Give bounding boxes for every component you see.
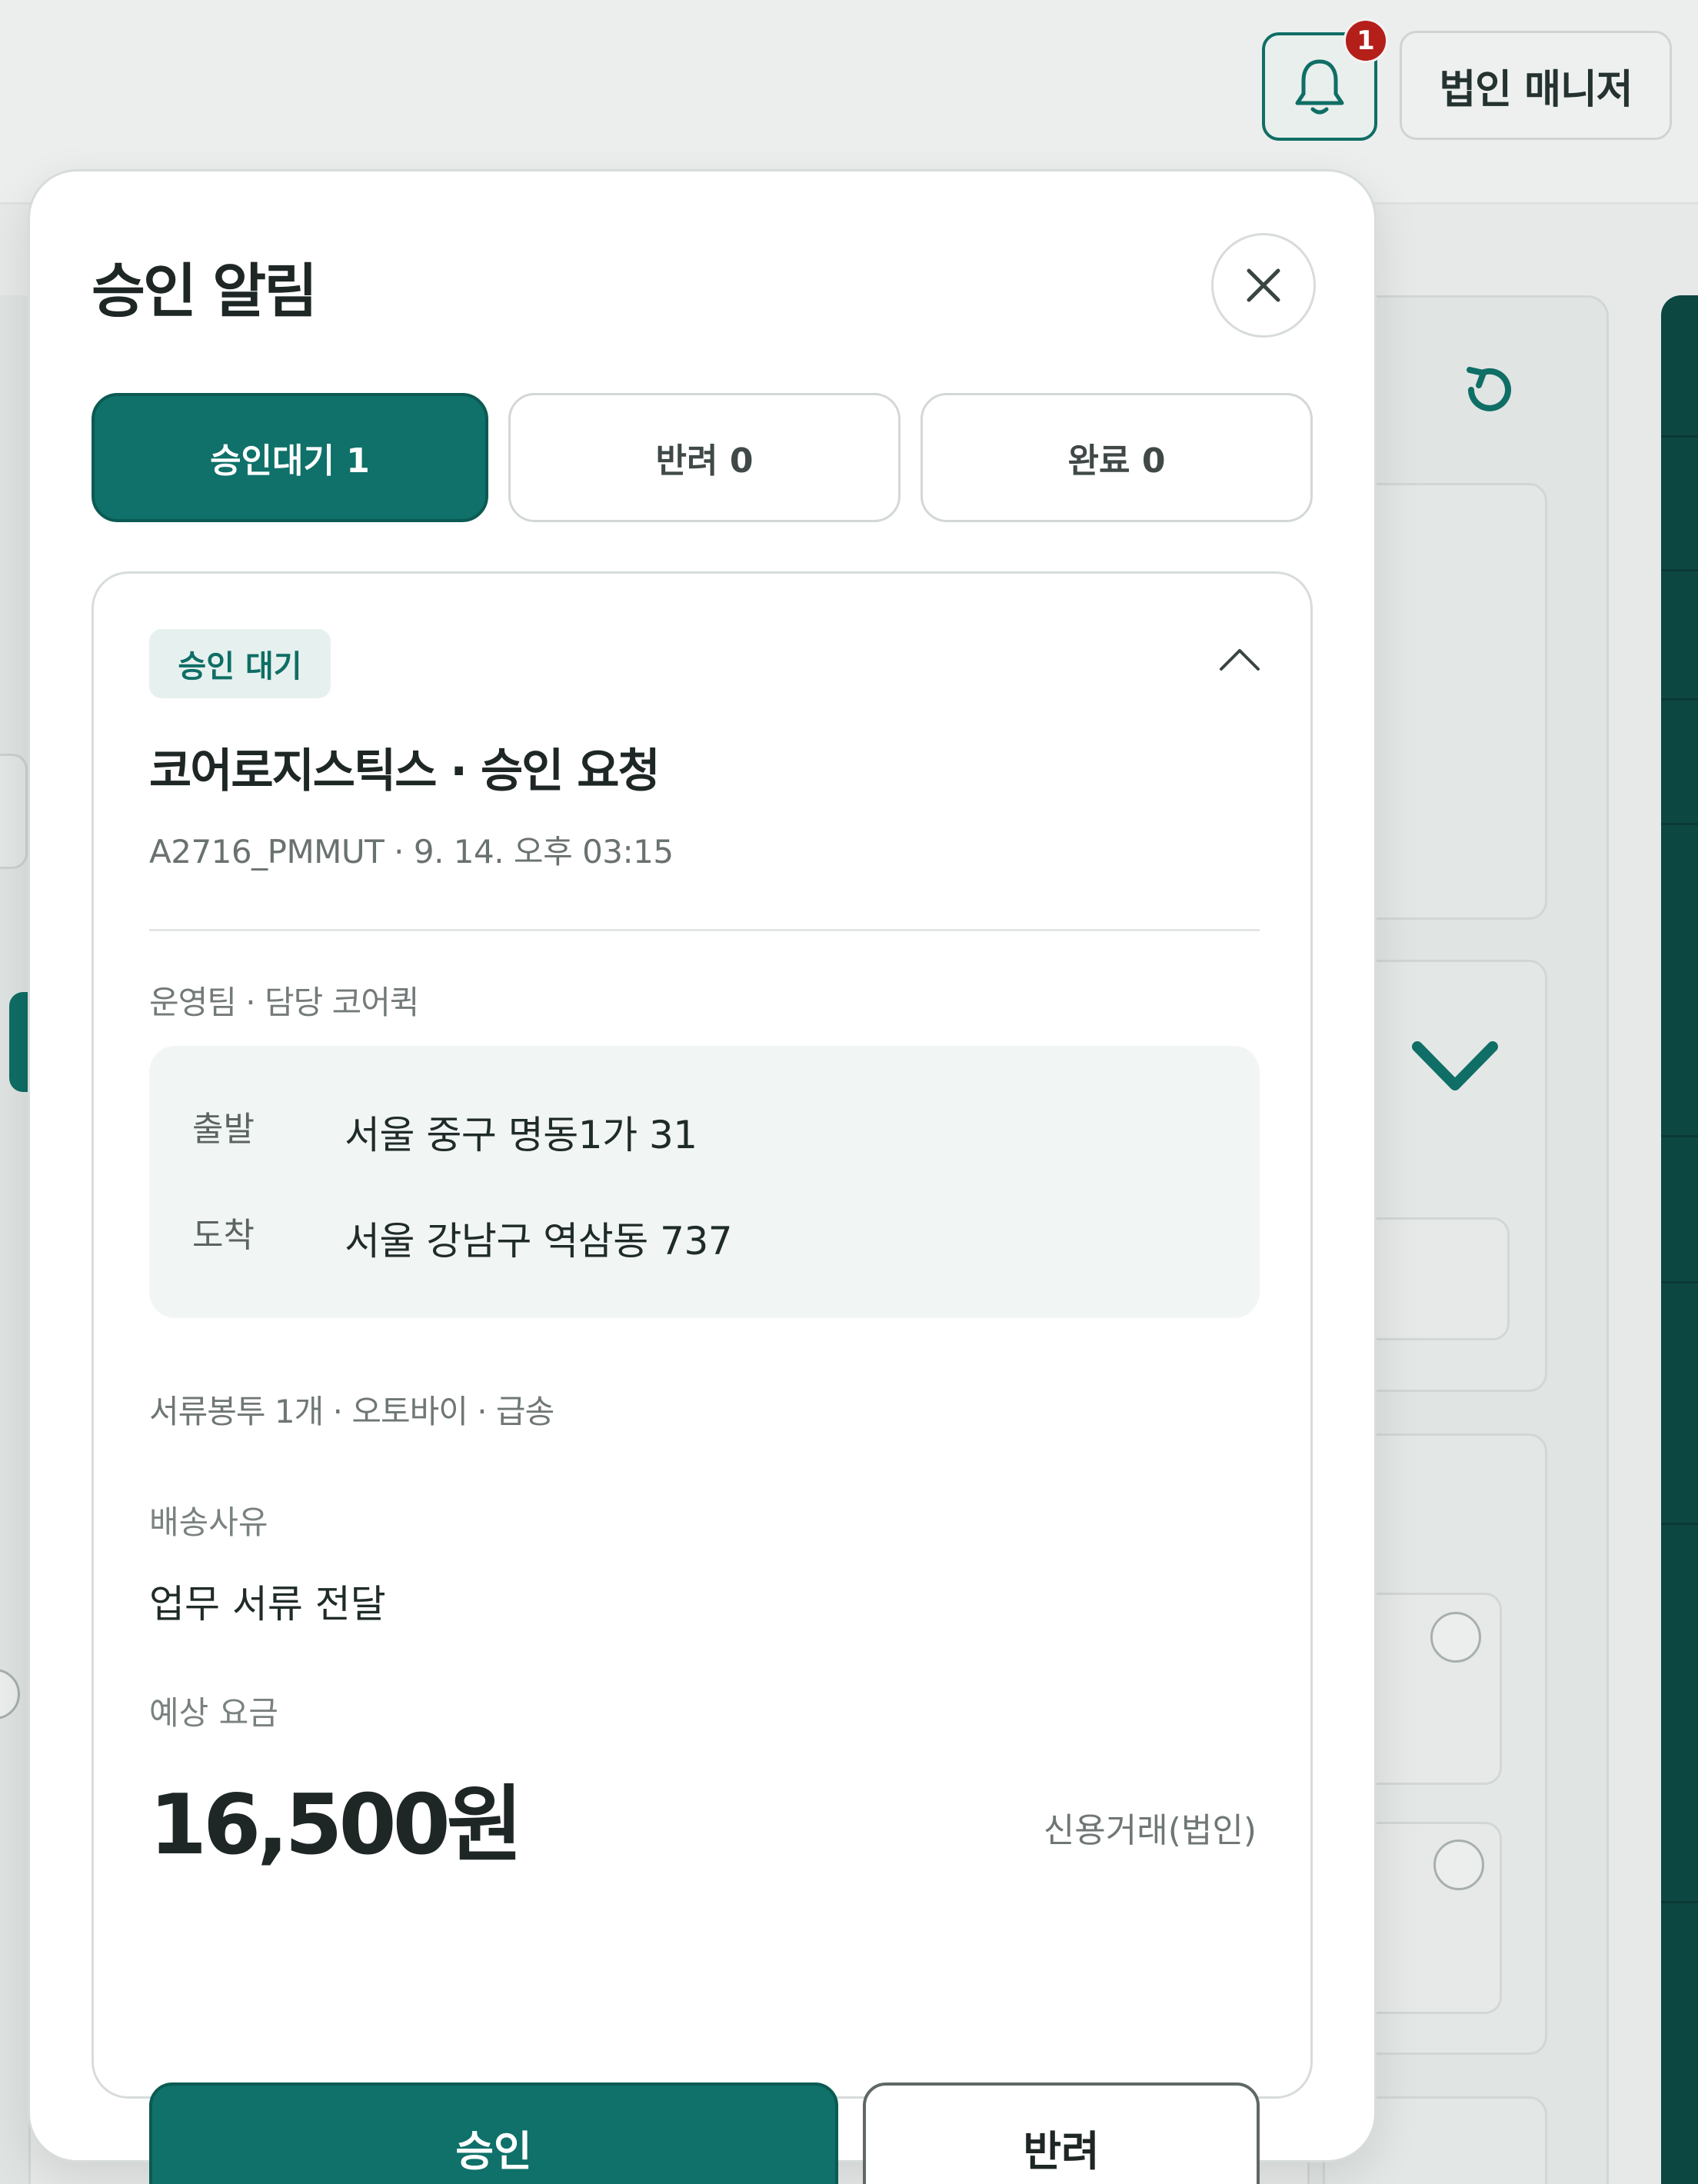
close-button[interactable] (1211, 233, 1316, 338)
request-meta: A2716_PMMUT · 9. 14. 오후 03:15 (149, 833, 674, 871)
divider (149, 929, 1260, 931)
approval-request-card: 승인 대기 코어로지스틱스 · 승인 요청 A2716_PMMUT · 9. 1… (92, 571, 1313, 2184)
background-left-panel (0, 295, 31, 2184)
background-dark-divider (1661, 1135, 1698, 1137)
route-box: 출발 서울 중구 명동1가 31 도착 서울 강남구 역삼동 737 (149, 1046, 1260, 1318)
modal-title: 승인 알림 (92, 257, 318, 325)
background-left-tab (0, 754, 28, 869)
notification-count-badge: 1 (1343, 18, 1388, 63)
origin-address: 서울 중구 명동1가 31 (345, 1113, 698, 1157)
fare-amount: 16,500원 (149, 1777, 523, 1873)
background-dark-divider (1661, 698, 1698, 701)
background-dark-divider (1661, 435, 1698, 438)
delivery-spec: 서류봉투 1개 · 오토바이 · 급송 (149, 1393, 554, 1430)
destination-label: 도착 (192, 1216, 255, 1255)
payment-method: 신용거래(법인) (1043, 1811, 1257, 1850)
approval-notification-modal: 승인 알림 승인대기 1 반려 0 완료 0 승인 대기 코어로지스틱스 · 승… (28, 169, 1377, 2184)
account-button[interactable]: 법인 매니저 (1400, 31, 1672, 140)
reject-button[interactable]: 반려 (863, 2082, 1260, 2184)
tab-pending[interactable]: 승인대기 1 (92, 393, 488, 522)
approve-button[interactable]: 승인 (149, 2082, 838, 2184)
status-badge: 승인 대기 (149, 629, 331, 698)
chevron-down-icon[interactable] (1410, 1036, 1500, 1097)
reason-value: 업무 서류 전달 (149, 1582, 386, 1626)
refresch-icon[interactable] (1456, 359, 1520, 424)
bell-icon (1295, 59, 1344, 114)
origin-label: 출발 (192, 1110, 255, 1149)
background-dark-divider (1661, 823, 1698, 825)
request-title: 코어로지스틱스 · 승인 요청 (149, 744, 661, 798)
background-dark-divider (1661, 569, 1698, 571)
chevron-up-icon[interactable] (1217, 640, 1263, 678)
background-dark-divider (1661, 1901, 1698, 1903)
destination-address: 서울 강남구 역삼동 737 (345, 1219, 733, 1263)
background-radio[interactable] (1433, 1839, 1484, 1890)
background-dark-divider (1661, 1281, 1698, 1283)
fare-label: 예상 요금 (149, 1694, 278, 1732)
tab-completed[interactable]: 완료 0 (921, 393, 1313, 522)
tab-rejected[interactable]: 반려 0 (508, 393, 901, 522)
close-icon (1247, 268, 1280, 302)
background-radio[interactable] (1430, 1612, 1481, 1663)
background-dark-divider (1661, 1523, 1698, 1525)
reason-label: 배송사유 (149, 1503, 268, 1541)
request-team: 운영팀 · 담당 코어퀵 (149, 984, 420, 1021)
